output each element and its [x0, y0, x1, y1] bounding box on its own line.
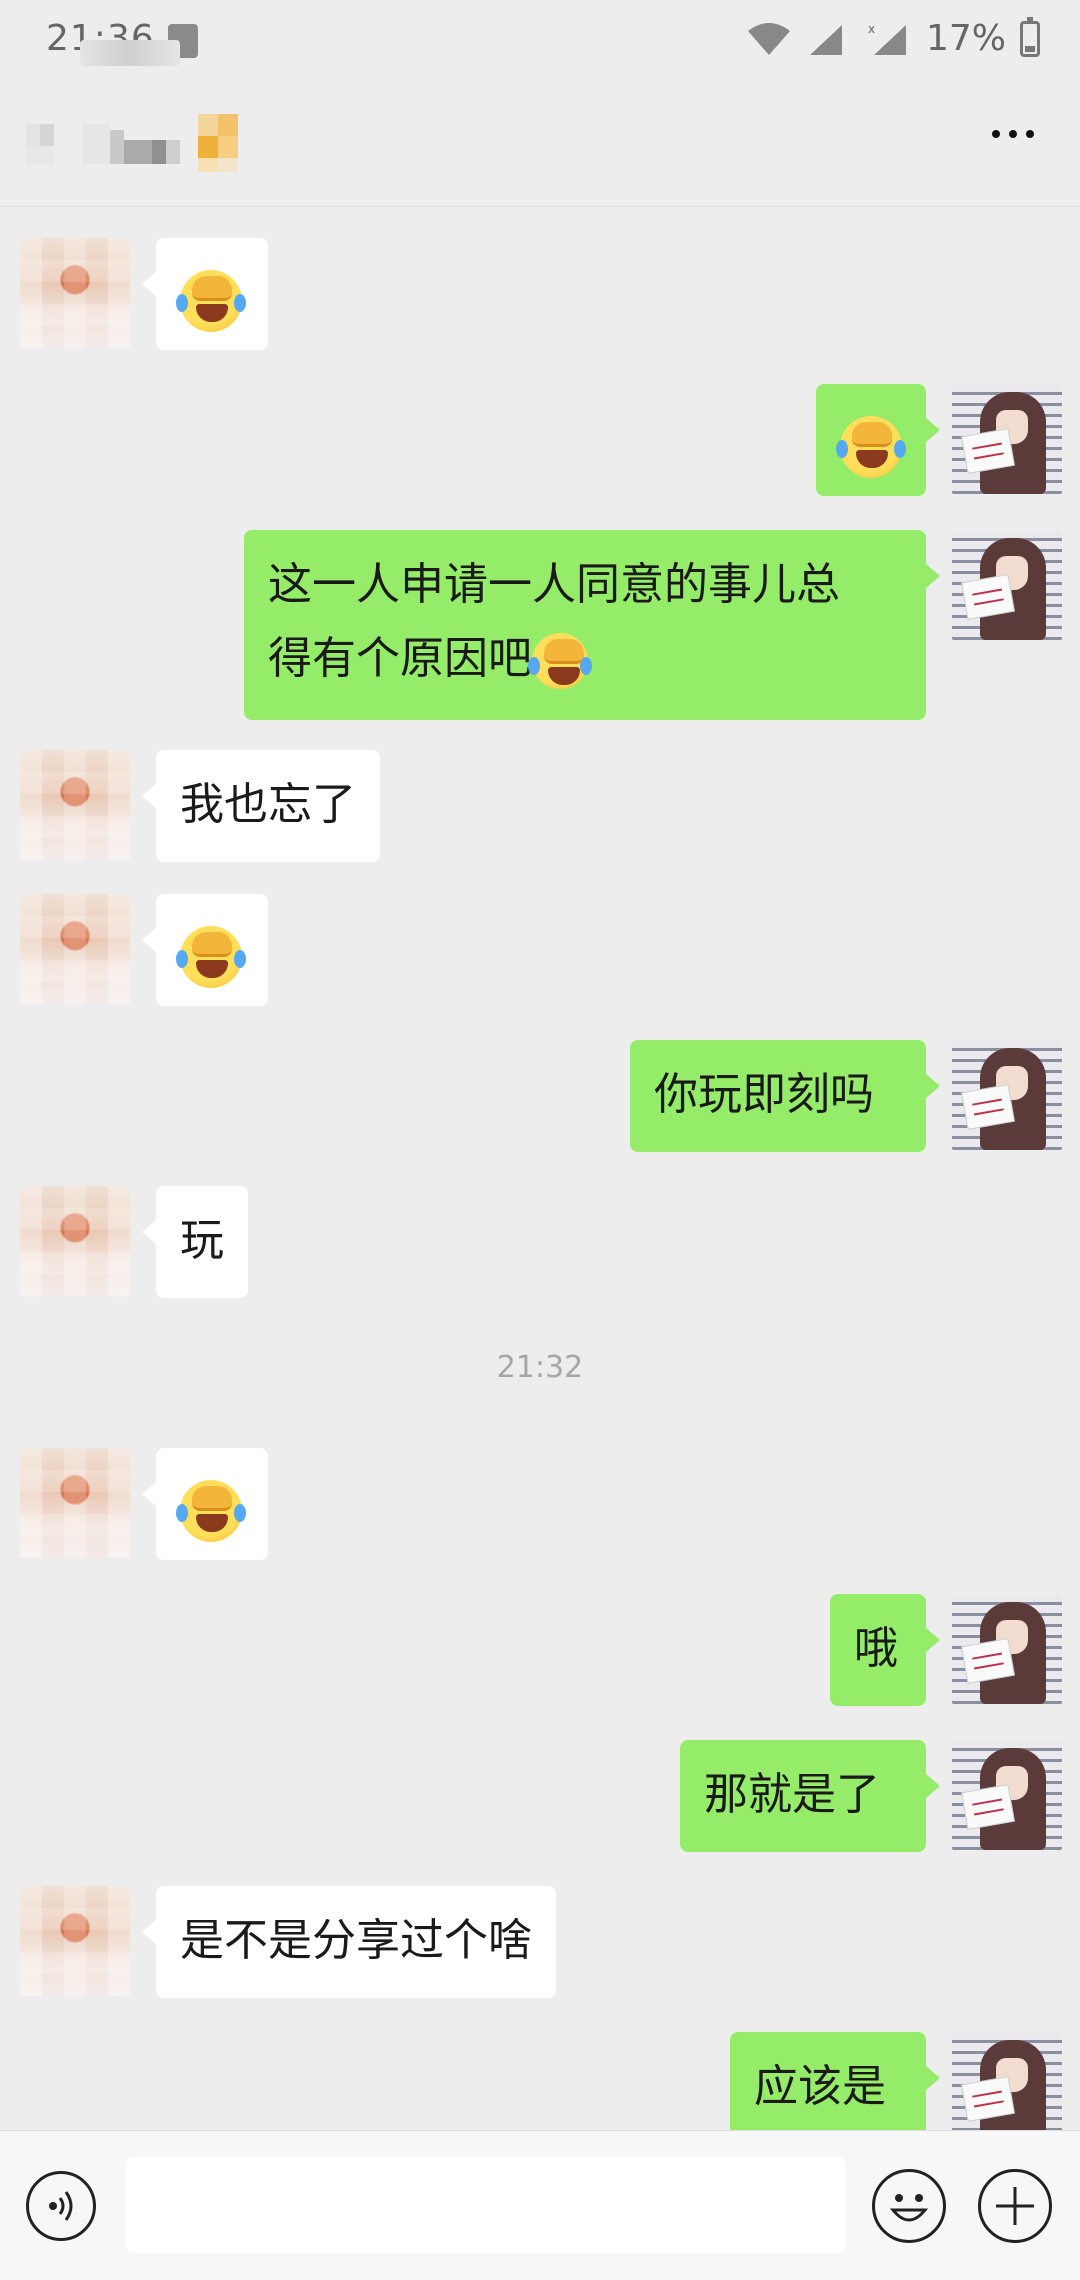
message-bubble-sent[interactable]: 你玩即刻吗 — [630, 1040, 940, 1152]
my-avatar[interactable] — [952, 2032, 1062, 2142]
svg-text:x: x — [868, 22, 875, 36]
message-bubble-received[interactable]: 玩 — [142, 1186, 248, 1298]
my-avatar[interactable] — [952, 1040, 1062, 1150]
contact-avatar[interactable] — [20, 1886, 130, 1996]
facepalm-crying-emoji-icon — [836, 416, 906, 478]
chat-header — [0, 80, 1080, 207]
my-avatar[interactable] — [952, 530, 1062, 640]
status-bar: 21:36 x 17% — [0, 0, 1080, 80]
battery-percent: 17% — [925, 18, 1006, 59]
wifi-icon — [747, 22, 790, 55]
voice-icon[interactable] — [26, 2171, 96, 2241]
blurred-name-mosaic — [26, 114, 238, 172]
more-icon-dot — [1026, 130, 1034, 138]
status-icons: x 17% — [746, 16, 1040, 59]
message-text: 应该是 — [754, 2061, 886, 2112]
message-bubble-received[interactable]: 是不是分享过个啥 — [142, 1886, 556, 1998]
my-avatar[interactable] — [952, 1740, 1062, 1850]
facepalm-crying-emoji-icon — [176, 270, 246, 332]
message-bubble-sent[interactable]: 应该是 — [730, 2032, 940, 2144]
message-text: 那就是了 — [704, 1769, 880, 1820]
facepalm-crying-emoji-icon — [528, 633, 592, 689]
message-input[interactable] — [126, 2157, 846, 2253]
message-text: 哦 — [854, 1623, 898, 1674]
contact-avatar[interactable] — [20, 894, 130, 1004]
facepalm-crying-emoji-icon — [176, 1480, 246, 1542]
message-bubble-sent[interactable]: 那就是了 — [680, 1740, 940, 1852]
more-icon-dot — [992, 130, 1000, 138]
signal-icon — [809, 24, 842, 55]
message-bubble-received[interactable] — [142, 238, 268, 350]
blurred-status-area — [80, 40, 180, 66]
more-options-button[interactable] — [992, 130, 1034, 138]
message-text: 得有个原因吧 — [268, 633, 532, 684]
voice-waves-icon — [49, 2191, 73, 2221]
message-text: 玩 — [180, 1215, 224, 1266]
message-text: 你玩即刻吗 — [654, 1069, 874, 1120]
contact-name-blurred[interactable] — [26, 110, 266, 172]
contact-avatar[interactable] — [20, 750, 130, 860]
contact-avatar[interactable] — [20, 1186, 130, 1296]
smiley-icon — [889, 2194, 929, 2222]
facepalm-crying-emoji-icon — [176, 926, 246, 988]
message-list[interactable]: 这一人申请一人同意的事儿总 得有个原因吧 我也忘了 你玩即刻吗 玩 21:32 — [0, 206, 1080, 2144]
message-text: 这一人申请一人同意的事儿总 — [268, 559, 840, 610]
message-text: 是不是分享过个啥 — [180, 1915, 532, 1966]
signal-no-service-icon: x — [868, 22, 906, 55]
message-bubble-sent[interactable]: 哦 — [830, 1594, 940, 1706]
my-avatar[interactable] — [952, 1594, 1062, 1704]
message-text-line-2: 得有个原因吧 — [268, 622, 902, 696]
plus-icon[interactable] — [978, 2169, 1052, 2243]
chat-screen: 21:36 x 17% 这一人申请一人同意的事儿总 得有个原因吧 我也忘了 你玩… — [0, 0, 1080, 2280]
message-bubble-received[interactable] — [142, 894, 268, 1006]
contact-avatar[interactable] — [20, 1448, 130, 1558]
message-bubble-received[interactable] — [142, 1448, 268, 1560]
battery-icon — [1020, 16, 1040, 57]
message-bubble-received[interactable]: 我也忘了 — [142, 750, 380, 862]
message-bubble-sent[interactable] — [816, 384, 940, 496]
input-bar — [0, 2130, 1080, 2280]
message-text: 我也忘了 — [180, 779, 356, 830]
contact-avatar[interactable] — [20, 238, 130, 348]
emoji-icon[interactable] — [872, 2169, 946, 2243]
message-bubble-sent[interactable]: 这一人申请一人同意的事儿总 得有个原因吧 — [244, 530, 940, 720]
my-avatar[interactable] — [952, 384, 1062, 494]
chat-timestamp: 21:32 — [496, 1350, 584, 1385]
more-icon-dot — [1009, 130, 1017, 138]
